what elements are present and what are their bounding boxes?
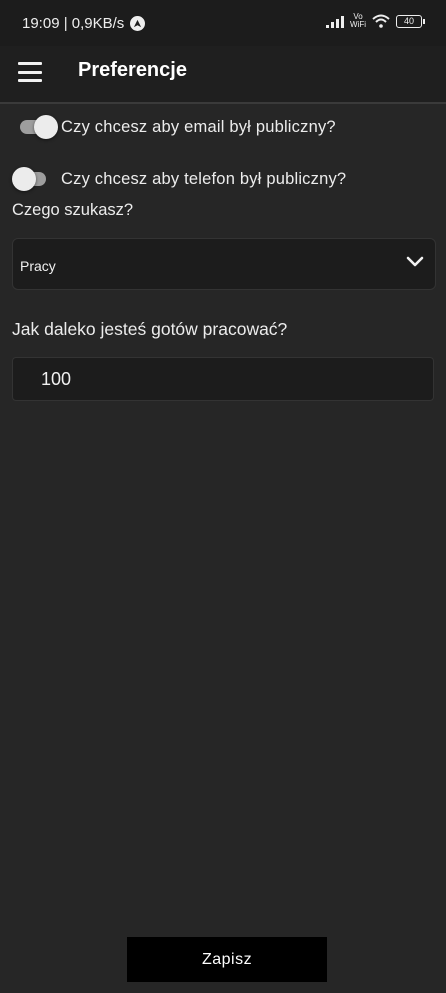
- status-time-speed: 19:09 | 0,9KB/s: [22, 15, 125, 32]
- looking-for-value: Pracy: [20, 258, 56, 274]
- status-bar: 19:09 | 0,9KB/s Vo WiFi 40: [0, 0, 446, 46]
- menu-icon[interactable]: [18, 62, 42, 82]
- email-public-row: Czy chcesz aby email był publiczny?: [12, 115, 336, 139]
- phone-public-switch[interactable]: [12, 167, 58, 191]
- app-bar: Preferencje: [0, 46, 446, 104]
- looking-for-select[interactable]: Pracy: [12, 238, 436, 290]
- status-left: 19:09 | 0,9KB/s: [22, 15, 146, 32]
- chevron-down-icon: [406, 256, 424, 267]
- phone-public-row: Czy chcesz aby telefon był publiczny?: [12, 167, 346, 191]
- wifi-icon: [372, 14, 390, 28]
- vowifi-icon: Vo WiFi: [350, 13, 366, 29]
- battery-icon: 40: [396, 14, 425, 28]
- battery-level: 40: [403, 15, 414, 26]
- save-button[interactable]: Zapisz: [127, 937, 327, 982]
- distance-input[interactable]: [12, 357, 434, 401]
- vowifi-bottom: WiFi: [350, 20, 366, 29]
- email-public-label: Czy chcesz aby email był publiczny?: [61, 117, 336, 136]
- phone-public-label: Czy chcesz aby telefon był publiczny?: [61, 169, 347, 188]
- page-title: Preferencje: [78, 59, 187, 81]
- navigation-app-icon: [130, 16, 146, 31]
- distance-label: Jak daleko jesteś gotów pracować?: [12, 319, 288, 339]
- signal-icon: [326, 14, 344, 28]
- looking-for-label: Czego szukasz?: [12, 201, 134, 219]
- email-public-switch[interactable]: [12, 115, 58, 139]
- status-right: Vo WiFi 40: [326, 13, 425, 29]
